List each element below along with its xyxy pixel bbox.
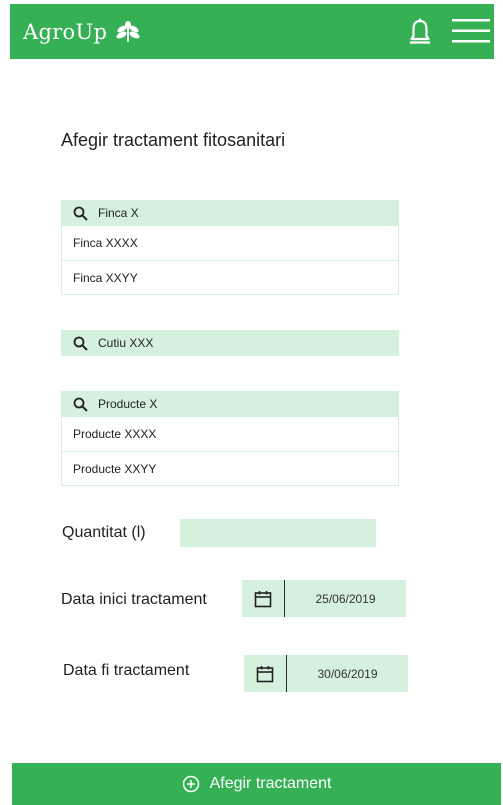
search-icon <box>73 206 88 221</box>
bell-icon <box>410 18 430 44</box>
app-header: AgroUp <box>10 4 494 59</box>
quantitat-input[interactable] <box>180 519 376 547</box>
cutiu-search-input[interactable]: Cutiu XXX <box>61 330 399 356</box>
producte-results-list: Producte XXXX Producte XXYY <box>61 417 399 486</box>
notification-button[interactable] <box>409 18 431 51</box>
data-inici-label: Data inici tractament <box>61 591 207 608</box>
app-logo[interactable]: AgroUp <box>23 14 141 50</box>
finca-search-value: Finca X <box>98 206 139 220</box>
page-title: Afegir tractament fitosanitari <box>61 130 286 150</box>
finca-search-input[interactable]: Finca X <box>61 200 399 226</box>
producte-result-item[interactable]: Producte XXXX <box>62 417 398 451</box>
data-inici-calendar-button[interactable] <box>242 580 285 617</box>
data-inici-field[interactable]: 25/06/2019 <box>242 580 406 617</box>
data-inici-value[interactable]: 25/06/2019 <box>285 580 406 617</box>
plus-circle-icon <box>182 775 199 793</box>
hamburger-menu-icon <box>452 19 490 43</box>
data-fi-label: Data fi tractament <box>63 662 190 679</box>
data-fi-field[interactable]: 30/06/2019 <box>244 655 408 692</box>
menu-button[interactable] <box>452 18 490 49</box>
finca-results-list: Finca XXXX Finca XXYY <box>61 226 399 295</box>
cutiu-search-value: Cutiu XXX <box>98 336 154 350</box>
producte-search-value: Producte X <box>98 397 158 411</box>
leaf-icon <box>116 21 140 42</box>
finca-result-item[interactable]: Finca XXYY <box>62 260 398 294</box>
search-icon <box>73 336 88 351</box>
finca-result-item[interactable]: Finca XXXX <box>62 226 398 260</box>
producte-search-input[interactable]: Producte X <box>61 391 399 417</box>
data-fi-calendar-button[interactable] <box>244 655 287 692</box>
quantitat-label: Quantitat (l) <box>62 524 146 541</box>
search-icon <box>73 397 88 412</box>
afegir-tractament-button[interactable]: Afegir tractament <box>12 763 501 805</box>
producte-result-item[interactable]: Producte XXYY <box>62 451 398 485</box>
afegir-tractament-label: Afegir tractament <box>209 775 332 792</box>
logo-text: AgroUp <box>23 20 108 44</box>
calendar-icon <box>254 590 272 607</box>
data-fi-value[interactable]: 30/06/2019 <box>287 655 408 692</box>
calendar-icon <box>256 665 274 682</box>
